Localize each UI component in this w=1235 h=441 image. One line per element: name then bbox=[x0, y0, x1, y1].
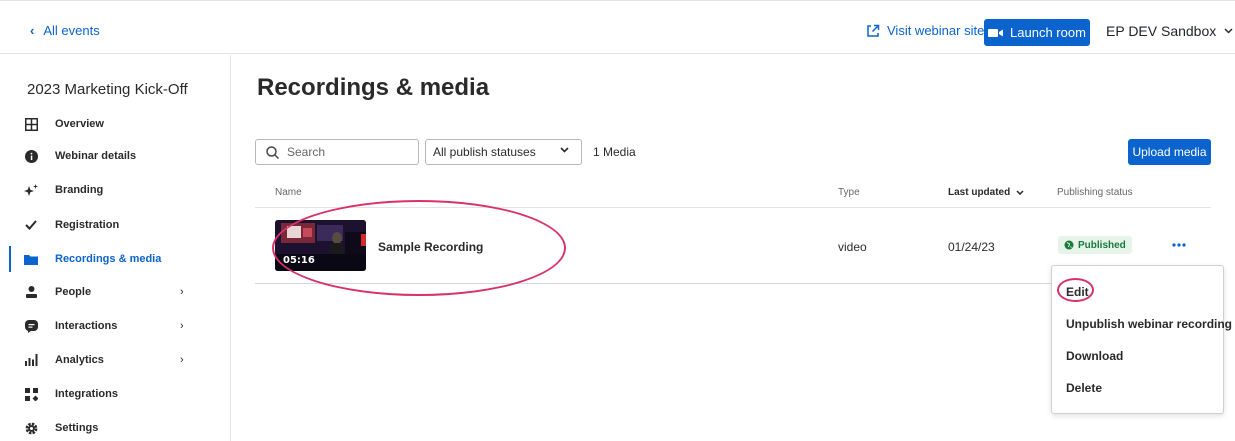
gear-icon bbox=[23, 420, 39, 436]
sidebar-item-label: Registration bbox=[55, 219, 120, 231]
publish-status-value: All publish statuses bbox=[433, 145, 536, 159]
chevron-right-icon: › bbox=[180, 286, 184, 298]
visit-link-label: Visit webinar site bbox=[887, 23, 985, 38]
sidebar-item-label: Interactions bbox=[55, 320, 118, 332]
upload-media-button[interactable]: Upload media bbox=[1128, 139, 1211, 165]
sidebar-item-label: Analytics bbox=[55, 354, 104, 366]
chevron-right-icon: › bbox=[180, 354, 184, 366]
person-icon bbox=[23, 284, 39, 300]
recording-last-updated: 01/24/23 bbox=[948, 240, 995, 254]
bar-chart-icon bbox=[23, 352, 39, 368]
sidebar-item-label: People bbox=[55, 286, 92, 298]
chevron-right-icon: › bbox=[180, 320, 184, 332]
sidebar-item-label: Settings bbox=[55, 422, 99, 434]
column-header-name: Name bbox=[275, 187, 302, 198]
menu-item-unpublish[interactable]: Unpublish webinar recording bbox=[1066, 317, 1232, 331]
sidebar-item-label: Recordings & media bbox=[55, 253, 162, 265]
top-bar: ‹ All events Visit webinar site Launch r… bbox=[0, 0, 1235, 54]
status-badge: Published bbox=[1058, 236, 1132, 254]
chat-icon bbox=[23, 318, 39, 334]
recording-duration: 05:16 bbox=[283, 255, 315, 266]
sidebar-item-branding[interactable]: Branding bbox=[0, 177, 231, 203]
recording-type: video bbox=[838, 240, 867, 254]
launch-room-button[interactable]: Launch room bbox=[984, 19, 1090, 46]
sidebar-item-interactions[interactable]: Interactions › bbox=[0, 313, 231, 339]
search-box[interactable] bbox=[255, 139, 419, 165]
search-icon bbox=[266, 145, 279, 159]
globe-icon bbox=[1064, 240, 1074, 250]
sidebar: 2023 Marketing Kick-Off Overview Webinar… bbox=[0, 55, 231, 441]
sparkle-icon bbox=[23, 182, 39, 198]
sidebar-item-overview[interactable]: Overview bbox=[0, 111, 231, 137]
account-switcher[interactable]: EP DEV Sandbox bbox=[1106, 23, 1233, 39]
chevron-down-icon bbox=[1224, 28, 1233, 34]
sidebar-item-label: Webinar details bbox=[55, 150, 137, 162]
sidebar-item-registration[interactable]: Registration bbox=[0, 212, 231, 238]
sidebar-item-integrations[interactable]: Integrations bbox=[0, 381, 231, 407]
check-icon bbox=[23, 217, 39, 233]
status-badge-label: Published bbox=[1078, 239, 1126, 251]
recording-name[interactable]: Sample Recording bbox=[378, 240, 483, 254]
back-to-events-link[interactable]: ‹ All events bbox=[30, 23, 100, 38]
column-header-last-updated[interactable]: Last updated bbox=[948, 187, 1024, 198]
menu-item-download[interactable]: Download bbox=[1066, 349, 1123, 363]
sidebar-item-recordings-media[interactable]: Recordings & media bbox=[0, 246, 231, 272]
video-camera-icon bbox=[988, 28, 1004, 37]
integrations-icon bbox=[23, 386, 39, 402]
sidebar-item-analytics[interactable]: Analytics › bbox=[0, 347, 231, 373]
menu-item-delete[interactable]: Delete bbox=[1066, 381, 1102, 395]
search-input[interactable] bbox=[287, 145, 407, 159]
external-link-icon bbox=[867, 24, 880, 37]
publish-status-filter[interactable]: All publish statuses bbox=[425, 139, 582, 165]
column-header-publishing-status: Publishing status bbox=[1057, 187, 1133, 198]
sidebar-item-webinar-details[interactable]: Webinar details bbox=[0, 143, 231, 169]
grid-icon bbox=[23, 116, 39, 132]
column-header-type: Type bbox=[838, 187, 860, 198]
column-header-label: Last updated bbox=[948, 187, 1011, 198]
sidebar-item-people[interactable]: People › bbox=[0, 279, 231, 305]
info-icon bbox=[23, 148, 39, 164]
sidebar-item-settings[interactable]: Settings bbox=[0, 415, 231, 441]
sidebar-item-label: Branding bbox=[55, 184, 104, 196]
folder-icon bbox=[23, 251, 39, 267]
visit-webinar-site-link[interactable]: Visit webinar site bbox=[866, 23, 984, 38]
chevron-down-icon bbox=[1016, 190, 1024, 195]
row-actions-menu: Edit Unpublish webinar recording Downloa… bbox=[1051, 265, 1232, 414]
sidebar-item-label: Integrations bbox=[55, 388, 118, 400]
account-label: EP DEV Sandbox bbox=[1106, 23, 1217, 39]
ellipsis-icon bbox=[1172, 243, 1186, 247]
chevron-down-icon bbox=[560, 147, 569, 153]
page-title: Recordings & media bbox=[257, 74, 490, 101]
launch-room-label: Launch room bbox=[1010, 25, 1086, 40]
menu-item-edit[interactable]: Edit bbox=[1066, 285, 1089, 299]
media-count: 1 Media bbox=[593, 145, 636, 159]
recording-thumbnail[interactable]: 05:16 bbox=[275, 220, 366, 271]
more-options-button[interactable] bbox=[1168, 236, 1190, 254]
event-title: 2023 Marketing Kick-Off bbox=[27, 81, 188, 98]
chevron-left-icon: ‹ bbox=[30, 23, 35, 38]
back-link-label: All events bbox=[43, 23, 100, 38]
sidebar-item-label: Overview bbox=[55, 118, 104, 130]
